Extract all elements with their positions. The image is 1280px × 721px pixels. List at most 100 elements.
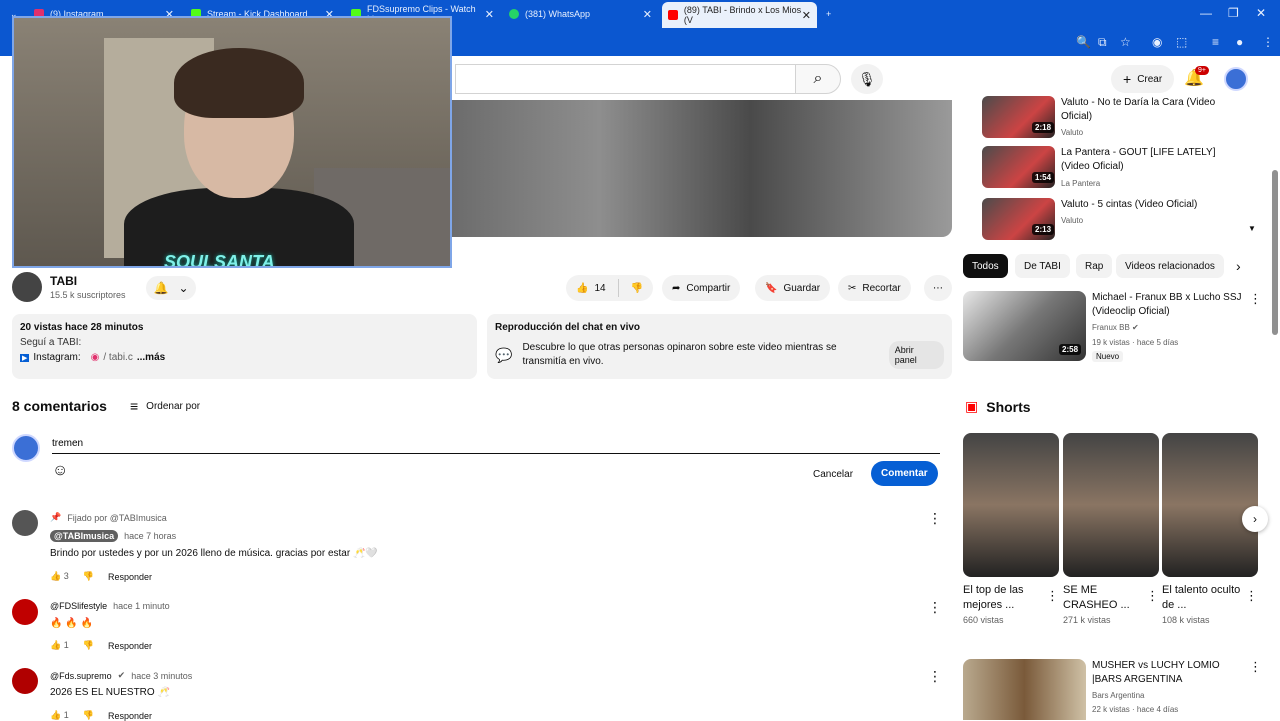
related-video[interactable]: MUSHER vs LUCHY LOMIO |BARS ARGENTINA Ba… [963,659,1263,720]
media-icon[interactable]: ≡ [1212,35,1219,49]
comment-like-button[interactable]: 👍 1 [50,640,69,651]
tab-whatsapp[interactable]: (381) WhatsApp ✕ [503,3,658,25]
comment-more-icon[interactable]: ⋮ [928,510,942,527]
comment-like-button[interactable]: 👍 1 [50,710,69,721]
featured-video[interactable]: 2:58 Michael - Franux BB x Lucho SSJ (Vi… [963,291,1263,363]
bookmark-star-icon[interactable]: ☆ [1120,35,1131,49]
submit-comment-button[interactable]: Comentar [871,461,938,486]
short-item[interactable]: El top de las mejores ... 660 vistas ⋮ [963,433,1059,625]
filter-chip-de-tabi[interactable]: De TABI [1015,254,1070,278]
instagram-link[interactable]: / tabi.c [103,352,132,363]
restore-icon[interactable]: ❐ [1228,6,1239,20]
reply-button[interactable]: Responder [108,641,152,651]
comment-time[interactable]: hace 7 horas [124,531,176,541]
comment-avatar[interactable] [12,668,38,694]
close-icon[interactable]: ✕ [643,8,652,21]
sort-comments-button[interactable]: ≡ Ordenar por [130,398,200,414]
video-channel[interactable]: La Pantera [1061,179,1100,188]
video-title[interactable]: Valuto - No te Daría la Cara (Video Ofic… [1061,96,1241,124]
reply-button[interactable]: Responder [108,572,152,582]
video-more-icon[interactable]: ⋮ [1249,291,1262,307]
filter-chip-rap[interactable]: Rap [1076,254,1113,278]
extension-icon[interactable]: ◉ [1152,35,1162,49]
profile-icon[interactable]: ● [1236,35,1243,49]
video-more-icon[interactable]: ⋮ [1249,659,1262,675]
comment-time[interactable]: hace 1 minuto [113,601,170,611]
tab-youtube-active[interactable]: (89) TABI - Brindo x Los Mios (V ✕ [662,2,817,28]
comment-input[interactable] [52,434,940,454]
video-channel[interactable]: Bars Argentina [1092,691,1144,700]
account-avatar[interactable] [1224,67,1248,91]
window-close-icon[interactable]: ✕ [1256,6,1266,20]
voice-search-button[interactable]: 🎙 [851,64,883,94]
video-player[interactable] [448,100,952,237]
menu-dots-icon[interactable]: ⋮ [1262,35,1274,49]
save-button[interactable]: 🔖 Guardar [755,275,831,301]
short-more-icon[interactable]: ⋮ [1245,588,1258,604]
clip-button[interactable]: ✂ Recortar [838,275,911,301]
minimize-icon[interactable]: — [1200,6,1212,20]
like-button[interactable]: 👍 14 [576,283,606,294]
search-button[interactable]: ⌕ [795,64,841,94]
search-input[interactable] [455,64,795,94]
short-more-icon[interactable]: ⋮ [1146,588,1159,604]
related-video[interactable]: 2:18 Valuto - No te Daría la Cara (Video… [982,96,1262,140]
short-thumbnail[interactable] [963,433,1059,577]
filter-chip-related[interactable]: Videos relacionados [1116,254,1224,278]
video-channel[interactable]: Valuto [1061,128,1083,137]
comment-time[interactable]: hace 3 minutos [131,671,192,681]
video-channel[interactable]: Valuto [1061,216,1083,225]
new-tab-button[interactable]: + [820,3,840,25]
short-more-icon[interactable]: ⋮ [1046,588,1059,604]
comment-avatar[interactable] [12,510,38,536]
share-button[interactable]: ➦ Compartir [662,275,741,301]
puzzle-icon[interactable]: ⬚ [1176,35,1187,49]
video-title[interactable]: La Pantera - GOUT [LIFE LATELY] (Video O… [1061,146,1241,174]
video-title[interactable]: MUSHER vs LUCHY LOMIO |BARS ARGENTINA [1092,659,1242,687]
short-title[interactable]: SE ME CRASHEO ... [1063,583,1143,613]
comment-author[interactable]: @Fds.supremo [50,671,112,681]
reply-button[interactable]: Responder [108,711,152,721]
related-video[interactable]: 2:13 Valuto - 5 cintas (Video Oficial) V… [982,198,1262,242]
filter-chip-all[interactable]: Todos [963,254,1008,278]
zoom-icon[interactable]: 🔍 [1076,35,1091,49]
short-title[interactable]: El talento oculto de ... [1162,583,1242,613]
cast-icon[interactable]: ⧉ [1098,35,1107,50]
channel-avatar[interactable] [12,272,42,302]
create-button[interactable]: + Crear [1111,65,1175,93]
video-title[interactable]: Valuto - 5 cintas (Video Oficial) [1061,198,1241,212]
comment-avatar[interactable] [12,599,38,625]
comment-like-button[interactable]: 👍 3 [50,571,69,582]
short-item[interactable]: El talento oculto de ... 108 k vistas ⋮ [1162,433,1258,625]
short-thumbnail[interactable] [1063,433,1159,577]
comment-dislike-button[interactable]: 👎 [83,710,94,721]
comment-dislike-button[interactable]: 👎 [83,571,94,582]
shorts-next-button[interactable]: › [1242,506,1268,532]
comment-author[interactable]: @FDSlifestyle [50,601,107,611]
more-link[interactable]: ...más [137,352,165,363]
dislike-button[interactable]: 👎 [631,283,643,294]
more-actions-button[interactable]: ⋯ [924,275,952,301]
related-video[interactable]: 1:54 La Pantera - GOUT [LIFE LATELY] (Vi… [982,146,1262,190]
video-title[interactable]: Michael - Franux BB x Lucho SSJ (Videocl… [1092,291,1242,319]
channel-name[interactable]: TABI [50,274,77,288]
comment-author[interactable]: @TABImusica [50,530,119,542]
subscription-bell-button[interactable]: 🔔 ⌄ [146,276,196,300]
video-channel[interactable]: Franux BB ✔ [1092,323,1139,332]
short-item[interactable]: SE ME CRASHEO ... 271 k vistas ⋮ [1063,433,1159,625]
page-scrollbar[interactable] [1272,170,1278,335]
emoji-icon[interactable]: ☺ [52,462,68,480]
video-description[interactable]: 20 vistas hace 28 minutos Seguí a TABI: … [12,314,477,379]
open-panel-button[interactable]: Abrir panel [888,341,944,369]
close-icon[interactable]: ✕ [802,9,811,22]
comment-more-icon[interactable]: ⋮ [928,668,942,685]
cancel-button[interactable]: Cancelar [805,462,861,486]
comment-more-icon[interactable]: ⋮ [928,599,942,616]
chevron-right-icon[interactable]: › [1236,258,1241,274]
short-title[interactable]: El top de las mejores ... [963,583,1043,613]
short-thumbnail[interactable] [1162,433,1258,577]
comment-dislike-button[interactable]: 👎 [83,640,94,651]
close-icon[interactable]: ✕ [485,8,494,21]
video-thumbnail[interactable] [963,659,1086,720]
scroll-down-icon[interactable]: ▼ [1248,224,1256,233]
